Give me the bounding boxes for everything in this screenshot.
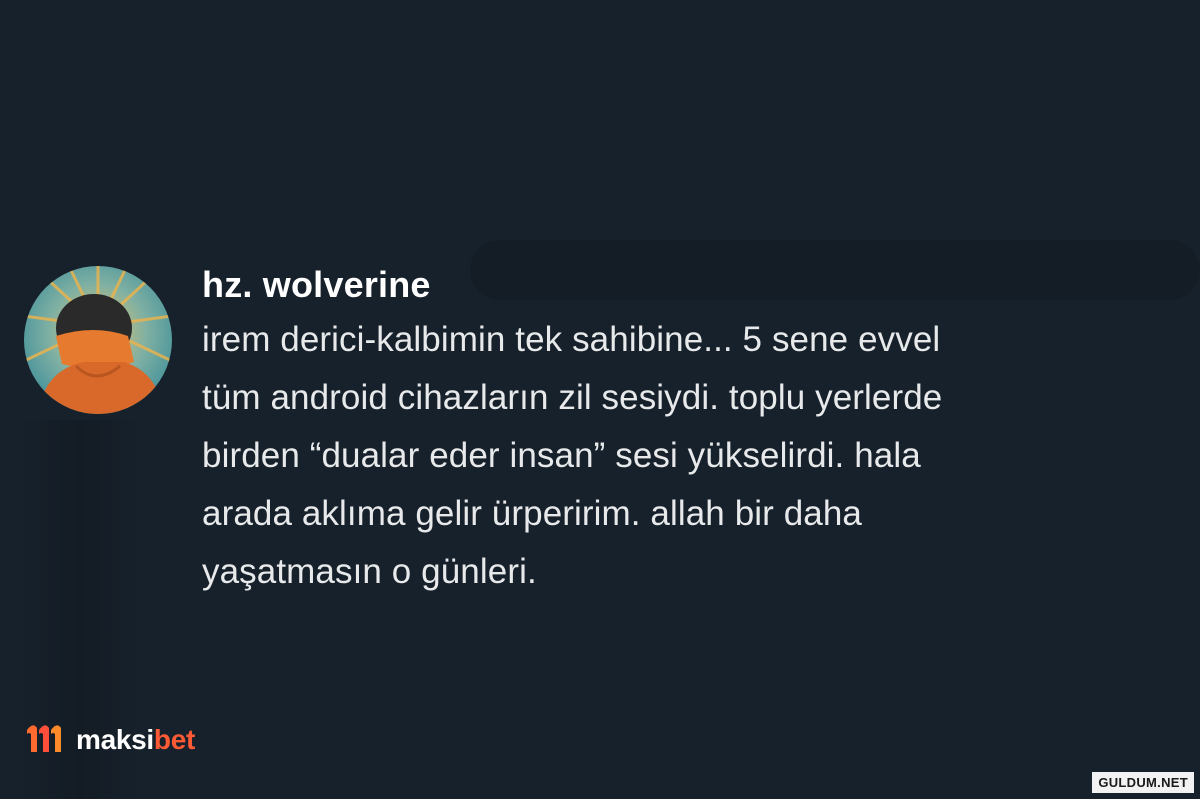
maksibet-logo-icon (24, 722, 70, 759)
avatar-image (24, 266, 172, 414)
brand-name-part1: maksi (76, 724, 154, 755)
post: hz. wolverine irem derici-kalbimin tek s… (202, 263, 1162, 601)
post-text: irem derici-kalbimin tek sahibine... 5 s… (202, 320, 943, 591)
site-watermark: GULDUM.NET (1092, 772, 1194, 793)
brand-name-part2: bet (153, 724, 196, 755)
brand-logo: maksibet (24, 718, 195, 762)
brand-name: maksibet (76, 724, 195, 756)
avatar[interactable] (24, 266, 172, 414)
screenshot-canvas: hz. wolverine irem derici-kalbimin tek s… (0, 0, 1200, 799)
username[interactable]: hz. wolverine (202, 263, 1162, 307)
